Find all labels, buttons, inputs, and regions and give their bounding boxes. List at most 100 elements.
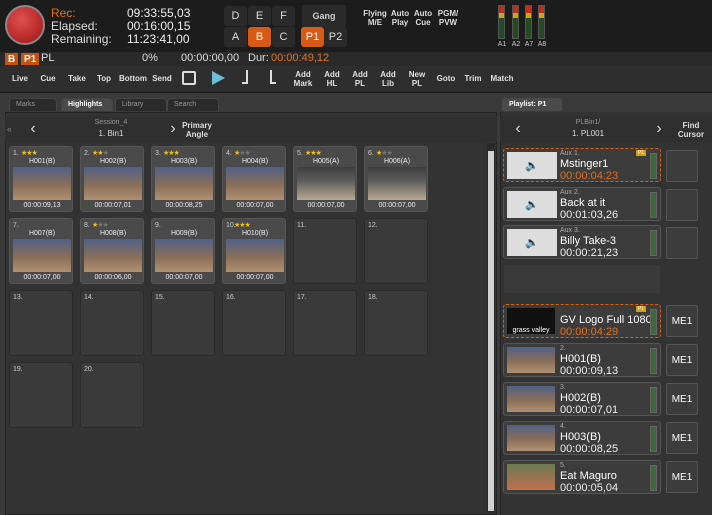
- tab-highlights[interactable]: Highlights: [61, 98, 113, 111]
- add-hl-button[interactable]: Add HL: [320, 70, 344, 88]
- playlist-path: PLBin1/: [575, 119, 601, 126]
- clip-name: H004(B): [241, 158, 269, 165]
- tab-marks[interactable]: Marks: [9, 98, 57, 111]
- tab-playlist[interactable]: Playlist: P1: [502, 98, 562, 111]
- aux-me-slot[interactable]: [666, 189, 698, 221]
- cell-number: 13.: [13, 294, 23, 301]
- record-button[interactable]: [5, 5, 45, 45]
- playlist-event[interactable]: 4. H003(B) 00:00:08,25: [503, 421, 661, 455]
- previous-playlist-icon[interactable]: ‹: [506, 117, 530, 141]
- event-name: GV Logo Full 1080: [560, 314, 652, 326]
- aux-me-slot[interactable]: [666, 150, 698, 182]
- p1-button[interactable]: P1: [301, 27, 324, 47]
- flying-me-line1: Flying: [363, 9, 387, 18]
- p2-button[interactable]: P2: [324, 27, 347, 47]
- aux-event[interactable]: 🔈 Aux 1. Mstinger1 00:00:04:23 P1: [503, 148, 661, 182]
- pgm-pvw-button[interactable]: PGM/PVW: [435, 9, 461, 27]
- empty-cell[interactable]: 11.: [293, 218, 357, 284]
- add-lib-button[interactable]: Add Lib: [376, 70, 400, 88]
- auto-cue-button[interactable]: Auto Cue: [412, 9, 434, 27]
- play-icon[interactable]: [212, 71, 225, 85]
- clip-thumbnail: [155, 167, 213, 200]
- new-pl-button[interactable]: New PL: [405, 70, 429, 88]
- empty-cell[interactable]: 12.: [364, 218, 428, 284]
- find-cursor-button[interactable]: Find Cursor: [676, 121, 706, 139]
- aux-duration: 00:00:21,23: [560, 247, 619, 259]
- channel-b-button[interactable]: B: [248, 27, 271, 47]
- playlist-event[interactable]: 5. Eat Maguro 00:00:05,04: [503, 460, 661, 494]
- stop-icon[interactable]: [182, 71, 196, 85]
- aux-me-slot[interactable]: [666, 227, 698, 259]
- grid-scrollbar[interactable]: [487, 143, 495, 513]
- me-button[interactable]: ME1: [666, 305, 698, 337]
- pgm-pvw-line2: PVW: [438, 18, 458, 27]
- empty-aux-slot[interactable]: [503, 264, 661, 294]
- collapse-icon[interactable]: «: [7, 124, 12, 134]
- empty-cell[interactable]: 17.: [293, 290, 357, 356]
- mark-in-icon[interactable]: [242, 70, 248, 84]
- mode-label: PL: [41, 52, 55, 64]
- me-button[interactable]: ME1: [666, 461, 698, 493]
- playlist-event[interactable]: 2. H001(B) 00:00:09,13: [503, 343, 661, 377]
- send-button[interactable]: Send: [150, 74, 174, 83]
- mark-out-icon[interactable]: [270, 70, 276, 84]
- clip-cell[interactable]: 3. ★★★ H003(B) 00:00:08,25: [151, 146, 215, 212]
- channel-f-button[interactable]: F: [272, 6, 295, 26]
- empty-cell[interactable]: 19.: [9, 362, 73, 428]
- empty-cell[interactable]: 20.: [80, 362, 144, 428]
- empty-cell[interactable]: 13.: [9, 290, 73, 356]
- channel-c-button[interactable]: C: [272, 27, 295, 47]
- clip-thumbnail: [13, 239, 71, 272]
- tab-library[interactable]: Library: [115, 98, 167, 111]
- level-indicator: [650, 230, 657, 256]
- clip-duration: 00:00:09,13: [23, 202, 61, 209]
- channel-e-button[interactable]: E: [248, 6, 271, 26]
- clip-cell[interactable]: 1. ★★★ H001(B) 00:00:09,13: [9, 146, 73, 212]
- playlist-event[interactable]: 3. H002(B) 00:00:07,01: [503, 382, 661, 416]
- empty-cell[interactable]: 16.: [222, 290, 286, 356]
- flying-me-button[interactable]: Flying M/E: [362, 9, 388, 27]
- clip-cell[interactable]: 6. ★★★ H006(A) 00:00:07,00: [364, 146, 428, 212]
- playlist-name: 1. PL001: [571, 129, 605, 138]
- trim-button[interactable]: Trim: [462, 74, 484, 83]
- playlist-navigation: ‹ PLBin1/ 1. PL001 › Find Cursor: [500, 116, 712, 142]
- me-button[interactable]: ME1: [666, 344, 698, 376]
- aux-event[interactable]: 🔈 Aux 3. Billy Take-3 00:00:21,23: [503, 225, 661, 259]
- live-button[interactable]: Live: [10, 74, 30, 83]
- channel-d-button[interactable]: D: [224, 6, 247, 26]
- clip-cell[interactable]: 2. ★★★ H002(B) 00:00:07,01: [80, 146, 144, 212]
- gang-button[interactable]: Gang: [302, 5, 346, 27]
- empty-cell[interactable]: 14.: [80, 290, 144, 356]
- clip-cell[interactable]: 9. H009(B) 00:00:07,00: [151, 218, 215, 284]
- clip-number: 9.: [155, 222, 161, 229]
- channel-a-button[interactable]: A: [224, 27, 247, 47]
- clip-cell[interactable]: 8. ★★★ H008(B) 00:00:06,00: [80, 218, 144, 284]
- event-thumbnail: [507, 386, 555, 412]
- aux-event[interactable]: 🔈 Aux 2. Back at it 00:01:03,26: [503, 187, 661, 221]
- top-button[interactable]: Top: [94, 74, 114, 83]
- tab-search[interactable]: Search: [167, 98, 219, 111]
- clip-cell[interactable]: 5. ★★★ H005(A) 00:00:07,00: [293, 146, 357, 212]
- playlist-event[interactable]: grass valley GV Logo Full 1080 00:00:04:29…: [503, 304, 661, 338]
- session-name: Session_4: [94, 119, 128, 126]
- add-mark-button[interactable]: Add Mark: [290, 70, 316, 88]
- next-playlist-icon[interactable]: ›: [647, 117, 671, 141]
- previous-bin-icon[interactable]: ‹: [21, 117, 45, 141]
- clip-cell[interactable]: 4. ★★★ H004(B) 00:00:07,00: [222, 146, 286, 212]
- me-button[interactable]: ME1: [666, 383, 698, 415]
- match-button[interactable]: Match: [488, 74, 516, 83]
- goto-button[interactable]: Goto: [434, 74, 458, 83]
- auto-play-button[interactable]: Auto Play: [389, 9, 411, 27]
- cue-button[interactable]: Cue: [38, 74, 58, 83]
- take-button[interactable]: Take: [65, 74, 89, 83]
- clip-cell[interactable]: 10. ★★★ H010(B) 00:00:07,00: [222, 218, 286, 284]
- me-button[interactable]: ME1: [666, 422, 698, 454]
- empty-cell[interactable]: 15.: [151, 290, 215, 356]
- scrollbar-thumb[interactable]: [488, 151, 494, 511]
- bottom-button[interactable]: Bottom: [118, 74, 148, 83]
- primary-angle-button[interactable]: Primary Angle: [179, 121, 215, 139]
- add-pl-button[interactable]: Add PL: [348, 70, 372, 88]
- empty-cell[interactable]: 18.: [364, 290, 428, 356]
- cell-number: 20.: [84, 366, 94, 373]
- clip-cell[interactable]: 7. H007(B) 00:00:07,00: [9, 218, 73, 284]
